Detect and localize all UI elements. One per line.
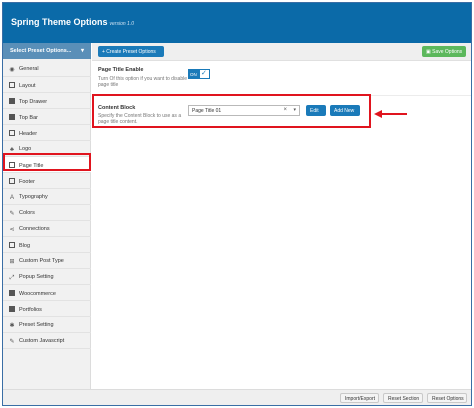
sidebar-item-header[interactable]: Header <box>3 125 91 141</box>
preset-select-label: Select Preset Options... <box>10 48 72 54</box>
page-title-enable-toggle[interactable]: ON ✓ <box>188 69 210 79</box>
sidebar-item-label: Typography <box>19 194 48 200</box>
top-bar-icon <box>9 114 15 120</box>
typography-icon: A <box>9 195 14 201</box>
page-title-enable-description: Turn Of this option if you want to disab… <box>98 76 188 88</box>
expand-icon: ⤢ <box>9 275 15 281</box>
top-drawer-icon <box>9 98 15 104</box>
sidebar-nav: ◉ General Layout Top Drawer Top Bar Heade… <box>3 61 91 349</box>
sidebar-item-label: Top Drawer <box>19 99 48 105</box>
theme-options-window: Spring Theme Options version 1.0 Select P… <box>2 2 472 406</box>
brush-icon: ✎ <box>9 211 15 217</box>
sidebar-item-typography[interactable]: A Typography <box>3 189 91 205</box>
sidebar-item-custom-post-type[interactable]: ⊞ Custom Post Type <box>3 253 91 269</box>
sidebar-item-label: Popup Setting <box>19 274 54 280</box>
sidebar-item-general[interactable]: ◉ General <box>3 61 91 77</box>
reset-options-button[interactable]: Reset Options <box>427 393 467 403</box>
sidebar-item-label: Connections <box>19 226 50 232</box>
woocommerce-icon <box>9 290 15 296</box>
sidebar-item-label: Blog <box>19 243 31 249</box>
sidebar-item-custom-javascript[interactable]: ✎ Custom Javascript <box>3 333 91 349</box>
sidebar-item-footer[interactable]: Footer <box>3 173 91 189</box>
sidebar-item-top-drawer[interactable]: Top Drawer <box>3 93 91 109</box>
version-label: version 1.0 <box>109 21 134 27</box>
sidebar-item-label: Portfolios <box>19 307 42 313</box>
sidebar-item-label: Preset Setting <box>19 322 54 328</box>
import-export-button[interactable]: Import/Export <box>340 393 379 403</box>
save-options-button[interactable]: ▣ Save Options <box>422 46 466 57</box>
globe-icon: ◉ <box>9 67 15 73</box>
grid-icon: ⊞ <box>9 259 15 265</box>
gear-icon: ✱ <box>9 323 15 329</box>
reset-section-button[interactable]: Reset Section <box>383 393 423 403</box>
content-block-highlight <box>92 94 371 128</box>
sidebar-item-label: General <box>19 66 39 72</box>
sidebar-item-label: Footer <box>19 179 35 185</box>
preset-select[interactable]: Select Preset Options... ▾ <box>3 43 91 59</box>
chevron-down-icon: ▾ <box>80 48 84 54</box>
layout-icon <box>9 82 15 88</box>
sidebar-item-connections[interactable]: ⋖ Connections <box>3 221 91 237</box>
sidebar-item-popup-setting[interactable]: ⤢ Popup Setting <box>3 269 91 285</box>
folder-icon <box>9 306 15 312</box>
sidebar: Select Preset Options... ▾ ◉ General Layo… <box>3 43 91 389</box>
sidebar-item-label: Header <box>19 131 38 137</box>
check-icon: ✓ <box>201 70 207 77</box>
share-icon: ⋖ <box>9 227 15 233</box>
toolbar: + Create Preset Options ▣ Save Options <box>92 43 471 61</box>
arrow-line <box>381 113 407 115</box>
app-title: Spring Theme Options <box>11 17 108 27</box>
sidebar-item-layout[interactable]: Layout <box>3 77 91 93</box>
footer-icon <box>9 178 15 184</box>
page-title-highlight <box>3 153 91 171</box>
save-options-label: Save Options <box>432 49 463 55</box>
sidebar-item-label: Colors <box>19 210 35 216</box>
sidebar-item-top-bar[interactable]: Top Bar <box>3 109 91 125</box>
sidebar-item-label: Top Bar <box>19 115 38 121</box>
header-bar: Spring Theme Options version 1.0 <box>3 3 471 43</box>
sidebar-item-colors[interactable]: ✎ Colors <box>3 205 91 221</box>
code-icon: ✎ <box>9 339 15 345</box>
sidebar-item-label: Custom Javascript <box>19 338 65 344</box>
sidebar-item-woocommerce[interactable]: Woocommerce <box>3 285 91 301</box>
toggle-on-label: ON <box>189 70 200 78</box>
header-icon <box>9 130 15 136</box>
sidebar-item-portfolios[interactable]: Portfolios <box>3 301 91 317</box>
sidebar-item-label: Layout <box>19 83 36 89</box>
page-title: Spring Theme Options version 1.0 <box>11 17 134 27</box>
create-preset-button[interactable]: + Create Preset Options <box>98 46 164 57</box>
sidebar-item-blog[interactable]: Blog <box>3 237 91 253</box>
page-title-enable-title: Page Title Enable <box>98 67 144 73</box>
sidebar-item-label: Custom Post Type <box>19 258 64 264</box>
sidebar-item-preset-setting[interactable]: ✱ Preset Setting <box>3 317 91 333</box>
sidebar-item-label: Logo <box>19 146 32 152</box>
sidebar-item-label: Woocommerce <box>19 291 56 297</box>
footer-bar: Import/Export Reset Section Reset Option… <box>3 389 471 405</box>
blog-icon <box>9 242 15 248</box>
